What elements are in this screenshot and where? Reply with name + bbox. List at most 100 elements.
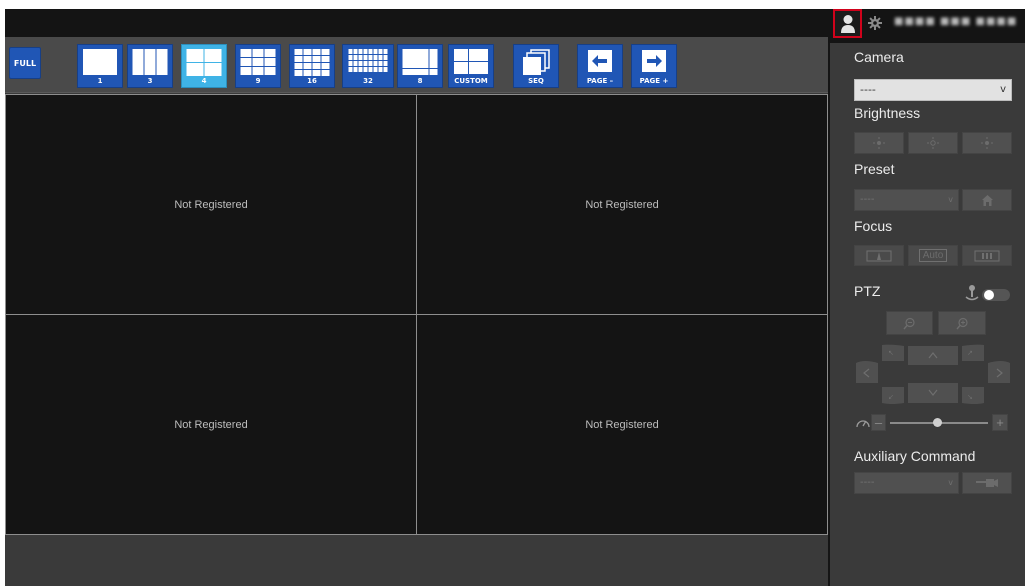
settings-button[interactable] [866, 13, 884, 33]
auxiliary-title: Auxiliary Command [854, 448, 976, 464]
speed-slider-thumb[interactable] [933, 418, 942, 427]
layout-16-label: 16 [307, 77, 317, 85]
layout-1-label: 1 [97, 77, 103, 85]
camera-title: Camera [854, 49, 904, 65]
video-grid: Not Registered Not Registered Not Regist… [5, 94, 828, 535]
focus-auto-button[interactable]: Auto [908, 245, 958, 266]
layout-1-button[interactable]: 1 [77, 44, 123, 88]
auxiliary-send-button[interactable] [962, 472, 1012, 494]
page-next-button[interactable]: PAGE + [631, 44, 677, 88]
video-cell[interactable]: Not Registered [416, 94, 828, 315]
sun-icon [873, 137, 885, 149]
svg-text:↙: ↙ [888, 393, 894, 401]
preset-select-value: ---- [860, 194, 875, 205]
layout-8-label: 8 [417, 77, 423, 85]
brightness-title: Brightness [854, 105, 921, 121]
full-button-label: FULL [13, 59, 37, 68]
page-prev-label: PAGE – [586, 77, 614, 85]
home-icon [981, 194, 993, 206]
user-name-text: ■■■■ ■■■ ■■■■■ [894, 16, 1018, 27]
video-cell[interactable]: Not Registered [5, 314, 417, 535]
layout-custom-label: CUSTOM [454, 77, 488, 85]
layout-32-icon [348, 49, 388, 72]
arrow-left-icon [588, 50, 612, 72]
speed-increase-button[interactable]: + [992, 414, 1008, 431]
sun-icon [981, 137, 993, 149]
ptz-left-button[interactable] [856, 361, 878, 383]
zoom-in-icon [955, 317, 968, 329]
ptz-direction-pad[interactable]: ↖ ↗ ↙ ↘ [854, 343, 1012, 407]
full-screen-button[interactable]: FULL [9, 47, 41, 79]
speed-icon [856, 420, 870, 428]
video-cell[interactable]: Not Registered [5, 94, 417, 315]
layout-32-label: 32 [363, 77, 373, 85]
focus-far-button[interactable] [962, 245, 1012, 266]
brightness-up-button[interactable] [962, 132, 1012, 154]
preset-title: Preset [854, 161, 895, 177]
zoom-in-button[interactable] [938, 311, 986, 335]
auxiliary-select[interactable]: ---- v [854, 472, 959, 494]
preset-select[interactable]: ---- v [854, 189, 959, 211]
focus-near-icon [866, 250, 892, 261]
preset-select-arrow: v [948, 195, 953, 204]
ptz-down-button[interactable] [908, 383, 958, 403]
ptz-down-right-button[interactable] [962, 387, 984, 404]
speed-decrease-button[interactable]: – [871, 414, 886, 431]
svg-text:↗: ↗ [967, 349, 973, 357]
cell-status-text: Not Registered [174, 198, 248, 211]
user-account-button[interactable] [833, 9, 862, 38]
top-bar [5, 9, 828, 37]
layout-4-button[interactable]: 4 [181, 44, 227, 88]
layout-9-icon [240, 49, 276, 75]
camera-select[interactable]: ---- v [854, 79, 1012, 101]
focus-auto-label: Auto [918, 249, 948, 262]
ptz-right-button[interactable] [988, 361, 1010, 383]
page-prev-button[interactable]: PAGE – [577, 44, 623, 88]
user-icon [840, 14, 855, 33]
focus-title: Focus [854, 218, 893, 234]
zoom-out-button[interactable] [886, 311, 933, 335]
sequence-button[interactable]: SEQ [513, 44, 559, 88]
layout-8-button[interactable]: 8 [397, 44, 443, 88]
layout-3-icon [132, 49, 168, 75]
cell-status-text: Not Registered [585, 198, 659, 211]
ptz-up-button[interactable] [908, 346, 958, 365]
auxiliary-select-arrow: v [948, 478, 953, 487]
focus-far-icon [974, 250, 1000, 261]
zoom-out-icon [903, 317, 915, 329]
layout-8-icon [402, 49, 438, 75]
camera-select-arrow: v [1000, 84, 1006, 95]
sun-outline-icon [927, 137, 939, 149]
layout-9-button[interactable]: 9 [235, 44, 281, 88]
layout-16-button[interactable]: 16 [289, 44, 335, 88]
ptz-title: PTZ [854, 283, 881, 299]
layout-custom-icon [454, 49, 488, 74]
joystick-icon [965, 285, 979, 301]
camera-command-icon [976, 479, 998, 487]
ptz-toggle[interactable] [982, 289, 1010, 301]
preset-home-button[interactable] [962, 189, 1012, 211]
auxiliary-select-value: ---- [860, 477, 875, 488]
video-cell[interactable]: Not Registered [416, 314, 828, 535]
layout-1-icon [83, 49, 117, 75]
page-next-label: PAGE + [639, 77, 669, 85]
ptz-toggle-knob [984, 290, 994, 300]
layout-toolbar: FULL 1 3 4 9 16 32 8 CUSTOM SEQ PAGE – P… [5, 37, 828, 93]
brightness-reset-button[interactable] [908, 132, 958, 154]
layout-32-button[interactable]: 32 [342, 44, 394, 88]
arrow-right-icon [642, 50, 666, 72]
layout-9-label: 9 [255, 77, 261, 85]
app-window: ■■■■ ■■■ ■■■■■ FULL 1 3 4 9 16 32 8 CUST… [5, 9, 1025, 586]
ptz-up-right-button[interactable] [962, 344, 984, 361]
bottom-area [5, 535, 828, 586]
user-area: ■■■■ ■■■ ■■■■■ [828, 9, 1025, 43]
layout-4-icon [186, 49, 222, 76]
brightness-down-button[interactable] [854, 132, 904, 154]
sequence-label: SEQ [528, 77, 544, 85]
layout-16-icon [294, 49, 330, 76]
layout-custom-button[interactable]: CUSTOM [448, 44, 494, 88]
focus-near-button[interactable] [854, 245, 904, 266]
layout-3-button[interactable]: 3 [127, 44, 173, 88]
gear-icon [868, 16, 882, 30]
layout-4-label: 4 [201, 77, 207, 85]
